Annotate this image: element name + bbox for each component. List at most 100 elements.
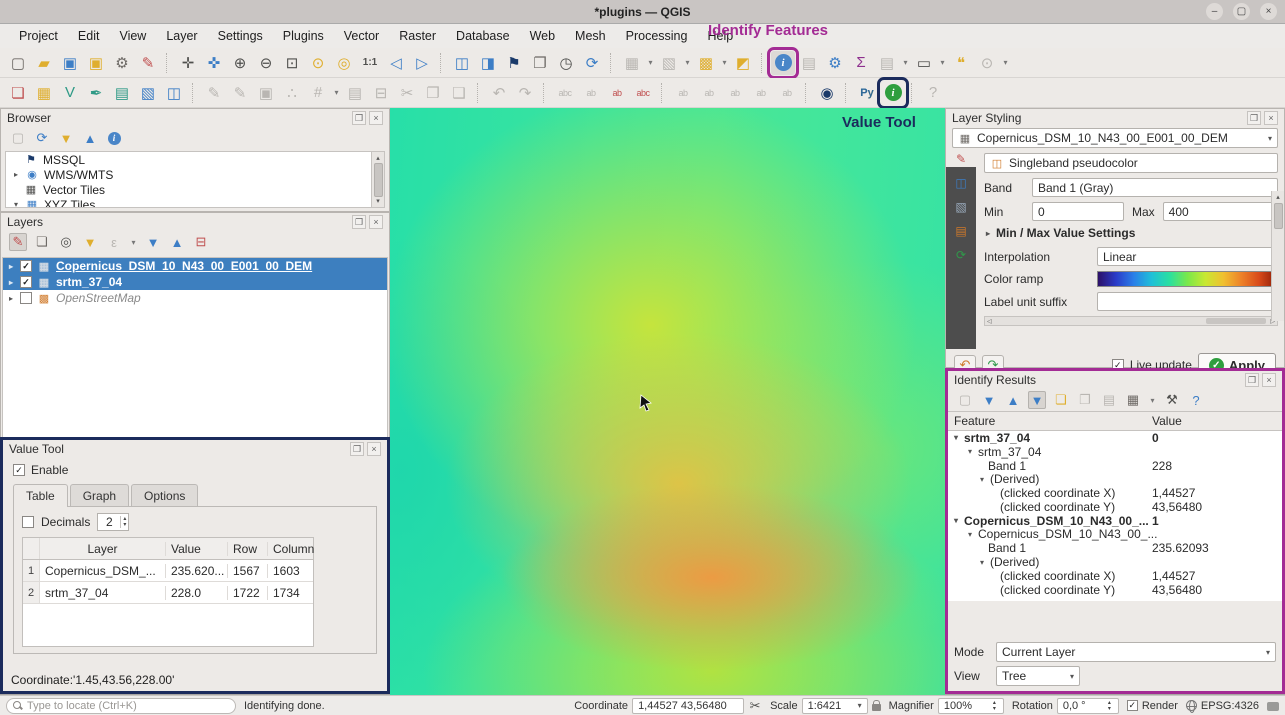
select-features-dropdown[interactable]: ▾: [646, 51, 655, 75]
value-tool-undock-icon[interactable]: ❐: [350, 442, 364, 456]
scroll-thumb[interactable]: [374, 163, 383, 197]
browser-refresh-button[interactable]: ⟳: [33, 129, 51, 147]
add-record-button[interactable]: ∴: [280, 81, 304, 105]
refresh-map-button[interactable]: ⟳: [580, 51, 604, 75]
temporal-controller-button[interactable]: ◷: [554, 51, 578, 75]
tab-options[interactable]: Options: [131, 484, 198, 507]
collapse-icon[interactable]: ▾: [966, 530, 974, 539]
delete-selected-button[interactable]: ⊟: [369, 81, 393, 105]
remove-layer-button[interactable]: ⊟: [192, 233, 210, 251]
tree-row[interactable]: ▾(Derived): [948, 555, 1282, 569]
tree-row[interactable]: ▾srtm_37_040: [948, 431, 1282, 445]
zoom-to-layer-button[interactable]: ◎: [332, 51, 356, 75]
tree-row[interactable]: (clicked coordinate Y)43,56480: [948, 500, 1282, 514]
menu-web[interactable]: Web: [521, 26, 564, 46]
browser-filter-button[interactable]: ▼: [57, 129, 75, 147]
show-bookmarks-button[interactable]: ❐: [528, 51, 552, 75]
zoom-last-button[interactable]: ◁: [384, 51, 408, 75]
lock-icon[interactable]: [872, 704, 881, 711]
vertex-tool-button[interactable]: #: [306, 81, 330, 105]
modify-attributes-button[interactable]: ▤: [343, 81, 367, 105]
vertex-tool-dropdown[interactable]: ▾: [332, 81, 341, 105]
enable-checkbox[interactable]: ✓: [13, 464, 25, 476]
browser-add-layer-button[interactable]: ▢: [9, 129, 27, 147]
browser-item-vector-tiles[interactable]: ▦ Vector Tiles: [6, 182, 384, 197]
history-tab-icon[interactable]: ⟳: [951, 247, 971, 263]
tab-graph[interactable]: Graph: [70, 484, 129, 507]
minimize-button[interactable]: –: [1206, 3, 1223, 20]
menu-project[interactable]: Project: [10, 26, 67, 46]
scroll-up-icon[interactable]: ▴: [1276, 193, 1280, 201]
zoom-native-button[interactable]: 1:1: [358, 51, 382, 75]
filter-legend-button[interactable]: ▼: [81, 233, 99, 251]
collapse-tree-button[interactable]: ▲: [1004, 391, 1022, 409]
tree-row[interactable]: Band 1228: [948, 459, 1282, 473]
styling-close-icon[interactable]: ×: [1264, 111, 1278, 125]
col-column[interactable]: Column: [268, 542, 313, 556]
statistical-summary-button[interactable]: Σ: [849, 51, 873, 75]
menu-plugins[interactable]: Plugins: [274, 26, 333, 46]
mode-select[interactable]: Current Layer▾: [996, 642, 1276, 662]
print-response-button[interactable]: ▤: [1100, 391, 1118, 409]
open-layer-styling-button[interactable]: ✎: [9, 233, 27, 251]
expand-icon[interactable]: ▸: [7, 262, 15, 271]
layers-close-icon[interactable]: ×: [369, 215, 383, 229]
new-project-button[interactable]: ▢: [6, 51, 30, 75]
styling-hscrollbar[interactable]: ◁ ▷: [984, 316, 1278, 326]
browser-item-mssql[interactable]: ⚑ MSSQL: [6, 152, 384, 167]
deselect-features-button[interactable]: ▧: [657, 51, 681, 75]
col-value[interactable]: Value: [166, 542, 228, 556]
open-form-button[interactable]: ▢: [956, 391, 974, 409]
collapse-icon[interactable]: ▾: [952, 433, 960, 442]
move-label-button[interactable]: ab: [671, 81, 695, 105]
browser-scrollbar[interactable]: ▴ ▾: [371, 152, 384, 207]
coordinate-input[interactable]: 1,44527 43,56480: [632, 698, 744, 714]
open-attribute-table-dropdown[interactable]: ▾: [901, 51, 910, 75]
identify-settings-button[interactable]: ⚒: [1163, 391, 1181, 409]
interpolation-select[interactable]: Linear: [1097, 247, 1278, 266]
tree-row[interactable]: ▾Copernicus_DSM_10_N43_00_...: [948, 528, 1282, 542]
layer-checkbox[interactable]: [20, 292, 32, 304]
identify-undock-icon[interactable]: ❐: [1245, 373, 1259, 387]
layer-checkbox[interactable]: ✓: [20, 260, 32, 272]
tree-row[interactable]: (clicked coordinate Y)43,56480: [948, 583, 1282, 597]
identify-close-icon[interactable]: ×: [1262, 373, 1276, 387]
cut-features-button[interactable]: ✂: [395, 81, 419, 105]
identify-mode-dropdown[interactable]: ▾: [1148, 388, 1157, 412]
project-properties-button[interactable]: ⚙: [110, 51, 134, 75]
copy-features-button[interactable]: ❐: [421, 81, 445, 105]
pan-map-button[interactable]: ✛: [176, 51, 200, 75]
minmax-settings-toggle[interactable]: ▸ Min / Max Value Settings: [986, 226, 1278, 240]
add-group-button[interactable]: ❏: [33, 233, 51, 251]
symbology-brush-icon[interactable]: ✎: [951, 151, 971, 167]
browser-close-icon[interactable]: ×: [369, 111, 383, 125]
pan-to-selection-button[interactable]: ✜: [202, 51, 226, 75]
change-label-properties-button[interactable]: ab: [749, 81, 773, 105]
select-features-button[interactable]: ▦: [620, 51, 644, 75]
min-input[interactable]: 0: [1032, 202, 1124, 221]
decimals-stepper[interactable]: 2 ▴▾: [97, 513, 129, 531]
map-canvas[interactable]: [390, 108, 945, 695]
value-column-header[interactable]: Value: [1152, 414, 1282, 428]
rotate-label-button[interactable]: ab: [697, 81, 721, 105]
zoom-to-selected-dropdown[interactable]: ▾: [1001, 51, 1010, 75]
table-row[interactable]: 1 Copernicus_DSM_... 235.620... 1567 160…: [23, 560, 313, 582]
messages-icon[interactable]: [1267, 702, 1279, 711]
crs-label[interactable]: EPSG:4326: [1201, 700, 1259, 712]
clear-results-button[interactable]: ❏: [1052, 391, 1070, 409]
collapse-icon[interactable]: ▾: [952, 516, 960, 525]
select-by-location-button[interactable]: ◩: [731, 51, 755, 75]
tab-table[interactable]: Table: [13, 484, 68, 507]
menu-raster[interactable]: Raster: [390, 26, 445, 46]
layer-row-openstreetmap[interactable]: ▸ ▩ OpenStreetMap: [3, 290, 387, 306]
histogram-tab-icon[interactable]: ▤: [951, 223, 971, 239]
menu-view[interactable]: View: [110, 26, 155, 46]
browser-item-xyz-tiles[interactable]: ▾ ▦ XYZ Tiles: [6, 197, 384, 208]
select-by-expression-button[interactable]: ▩: [694, 51, 718, 75]
add-mesh-layer-button[interactable]: ◫: [162, 81, 186, 105]
select-by-expression-dropdown[interactable]: ▾: [720, 51, 729, 75]
style-manager-button[interactable]: ✎: [136, 51, 160, 75]
col-layer[interactable]: Layer: [40, 542, 166, 556]
add-spatialite-layer-button[interactable]: ✒: [84, 81, 108, 105]
zoom-out-button[interactable]: ⊖: [254, 51, 278, 75]
